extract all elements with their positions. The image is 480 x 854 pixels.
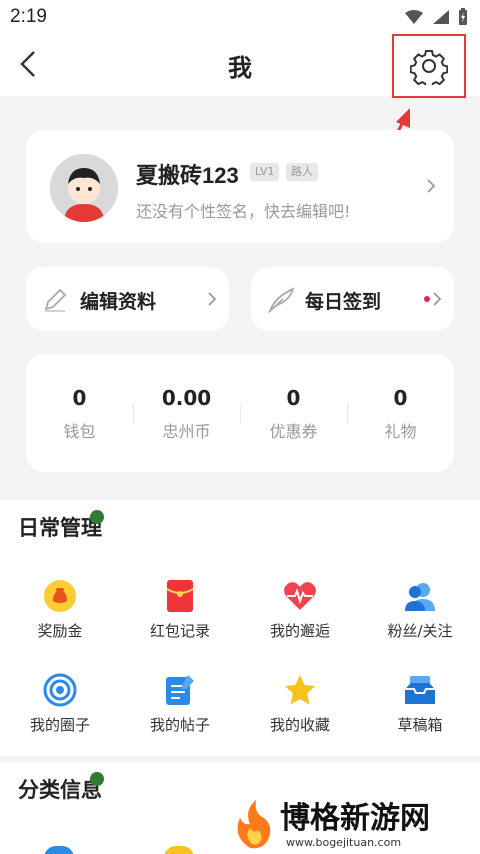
grid-item-encounters[interactable]: 我的邂逅 bbox=[240, 578, 360, 641]
stat-value: 0 bbox=[72, 386, 87, 410]
svg-text:www.bogejituan.com: www.bogejituan.com bbox=[286, 836, 401, 849]
category-icon bbox=[44, 846, 74, 854]
grid-item-followers[interactable]: 粉丝/关注 bbox=[360, 578, 480, 641]
grid-label: 我的圈子 bbox=[29, 716, 90, 734]
role-badge: 路人 bbox=[286, 163, 318, 181]
grid-label: 我的邂逅 bbox=[269, 622, 330, 640]
daily-management-section: 日常管理 奖励金 红包记录 我的邂逅 粉丝/关注 我的圈子 我的帖子 我的收藏 … bbox=[0, 500, 480, 756]
grid-label: 我的帖子 bbox=[149, 716, 210, 734]
svg-text:博格新游网: 博格新游网 bbox=[280, 801, 430, 836]
battery-icon bbox=[459, 8, 467, 25]
stat-label: 忠州币 bbox=[162, 422, 211, 441]
status-icons bbox=[404, 8, 468, 26]
level-badge: LV1 bbox=[250, 163, 280, 181]
grid-item-favorites[interactable]: 我的收藏 bbox=[240, 672, 360, 735]
edit-profile-button[interactable]: 编辑资料 bbox=[26, 267, 229, 331]
chevron-right-icon bbox=[427, 179, 436, 193]
stat-label: 钱包 bbox=[63, 422, 96, 441]
nav-bar: 我 bbox=[0, 34, 480, 98]
grid-item-circles[interactable]: 我的圈子 bbox=[0, 672, 120, 735]
posts-icon bbox=[162, 672, 198, 708]
stat-coupons[interactable]: 0 优惠券 bbox=[240, 386, 347, 442]
stat-coins[interactable]: 0.00 忠州币 bbox=[133, 386, 240, 442]
stats-card: 0 钱包 0.00 忠州币 0 优惠券 0 礼物 bbox=[26, 354, 454, 472]
grid-label: 粉丝/关注 bbox=[387, 622, 453, 640]
avatar[interactable] bbox=[50, 154, 118, 222]
grid-item-reward[interactable]: 奖励金 bbox=[0, 578, 120, 641]
watermark-image: 博格新游网 www.bogejituan.com bbox=[237, 800, 430, 849]
chevron-right-icon bbox=[433, 292, 442, 306]
stat-value: 0 bbox=[393, 386, 408, 410]
red-packet-icon bbox=[162, 578, 198, 614]
stat-value: 0.00 bbox=[161, 386, 212, 410]
grid-item-red-packet[interactable]: 红包记录 bbox=[120, 578, 240, 641]
grid-label: 红包记录 bbox=[149, 622, 210, 640]
profile-card[interactable]: 夏搬砖123 LV1 路人 还没有个性签名，快去编辑吧! bbox=[26, 130, 454, 243]
username: 夏搬砖123 bbox=[136, 163, 239, 188]
section-dot bbox=[90, 772, 104, 786]
notification-dot bbox=[424, 296, 430, 302]
daily-checkin-label: 每日签到 bbox=[305, 291, 382, 313]
settings-button[interactable] bbox=[392, 34, 466, 98]
reward-icon bbox=[42, 578, 78, 614]
grid-label: 奖励金 bbox=[37, 622, 83, 640]
circle-icon bbox=[42, 672, 78, 708]
grid-item-posts[interactable]: 我的帖子 bbox=[120, 672, 240, 735]
signature-text: 还没有个性签名，快去编辑吧! bbox=[136, 202, 351, 221]
star-icon bbox=[282, 672, 318, 708]
stat-label: 礼物 bbox=[384, 422, 417, 441]
grid-item-drafts[interactable]: 草稿箱 bbox=[360, 672, 480, 735]
grid-label: 草稿箱 bbox=[397, 716, 443, 734]
stat-wallet[interactable]: 0 钱包 bbox=[26, 386, 133, 442]
pencil-icon bbox=[44, 288, 67, 312]
status-bar: 2:19 bbox=[0, 0, 480, 34]
feather-icon bbox=[268, 287, 295, 313]
followers-icon bbox=[402, 578, 438, 614]
stat-label: 优惠券 bbox=[269, 422, 318, 441]
grid-label: 我的收藏 bbox=[269, 716, 330, 734]
drafts-icon bbox=[402, 672, 438, 708]
edit-profile-label: 编辑资料 bbox=[80, 291, 157, 313]
heartbeat-icon bbox=[282, 578, 318, 614]
status-time: 2:19 bbox=[10, 6, 47, 27]
stat-value: 0 bbox=[286, 386, 301, 410]
section-dot bbox=[90, 510, 104, 524]
wifi-icon bbox=[405, 10, 423, 24]
chevron-right-icon bbox=[208, 292, 217, 306]
watermark-logo: 博格新游网 www.bogejituan.com bbox=[230, 796, 480, 854]
category-icon bbox=[164, 846, 194, 854]
daily-checkin-button[interactable]: 每日签到 bbox=[251, 267, 454, 331]
signal-icon bbox=[433, 10, 449, 24]
gear-icon bbox=[410, 50, 448, 85]
avatar-image bbox=[50, 154, 118, 222]
stat-gifts[interactable]: 0 礼物 bbox=[347, 386, 454, 442]
